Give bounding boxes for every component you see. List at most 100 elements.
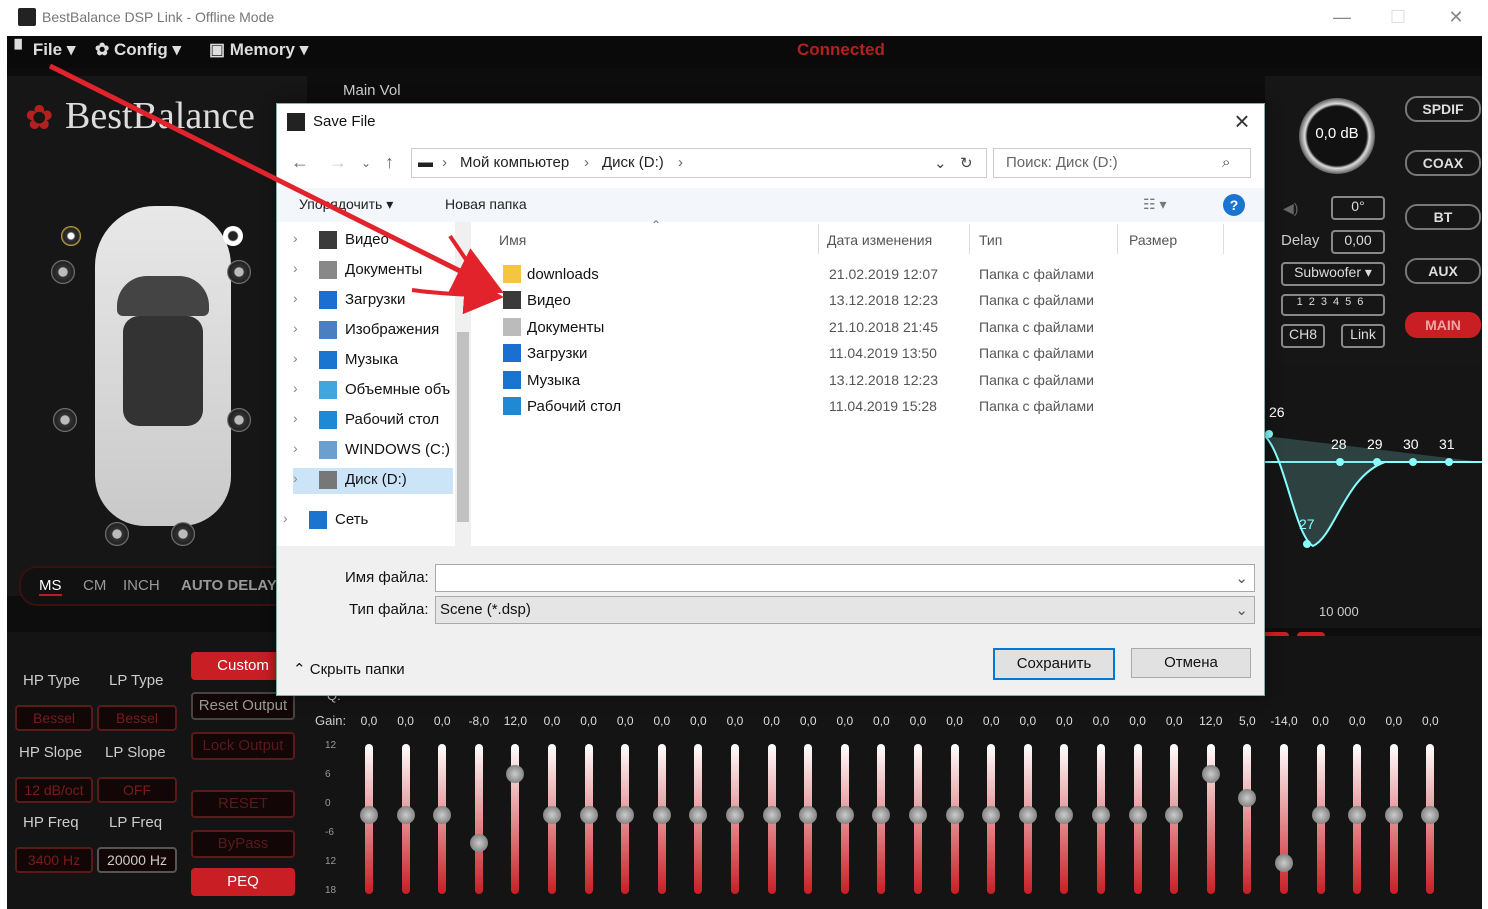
- band-fader-knob[interactable]: [1275, 854, 1293, 873]
- lp-type-select[interactable]: Bessel: [97, 705, 177, 731]
- filename-input[interactable]: ⌄: [435, 564, 1255, 592]
- chevron-down-icon[interactable]: ⌄: [1235, 569, 1248, 587]
- band-fader-knob[interactable]: [506, 764, 525, 783]
- channel-buttons[interactable]: 123456: [1281, 294, 1385, 316]
- minimize-button[interactable]: —: [1330, 6, 1354, 28]
- band-fader-knob[interactable]: [579, 806, 598, 824]
- address-bar[interactable]: ▬ › Мой компьютер › Диск (D:) › ⌄ ↻: [411, 148, 987, 178]
- menu-file[interactable]: ▘ File ▾: [15, 40, 75, 60]
- new-folder-button[interactable]: Новая папка: [445, 196, 527, 212]
- nav-item[interactable]: › Документы: [293, 258, 453, 284]
- maximize-button[interactable]: ☐: [1386, 6, 1410, 28]
- file-row[interactable]: Документы 21.10.2018 21:45 Папка с файлами: [497, 315, 1257, 341]
- nav-item[interactable]: › Видео: [293, 228, 453, 254]
- phase-input[interactable]: 0°: [1331, 196, 1385, 220]
- band-fader-knob[interactable]: [1348, 806, 1367, 824]
- nav-item[interactable]: › WINDOWS (C:): [293, 438, 453, 464]
- speaker-fr-tweeter[interactable]: [223, 226, 243, 246]
- band-fader-knob[interactable]: [1128, 806, 1147, 824]
- nav-item[interactable]: › Музыка: [293, 348, 453, 374]
- organize-button[interactable]: Упорядочить ▾: [299, 196, 393, 213]
- band-fader-knob[interactable]: [1421, 806, 1440, 824]
- band-fader-knob[interactable]: [1384, 806, 1403, 824]
- close-button[interactable]: ✕: [1444, 6, 1468, 28]
- volume-knob[interactable]: 0,0 dB: [1299, 98, 1375, 174]
- source-main[interactable]: MAIN: [1405, 312, 1481, 338]
- column-name[interactable]: Имя: [499, 232, 526, 248]
- band-fader-knob[interactable]: [652, 806, 671, 824]
- band-fader-knob[interactable]: [1238, 788, 1257, 807]
- band-fader-knob[interactable]: [726, 806, 744, 824]
- column-size[interactable]: Размер: [1129, 232, 1177, 248]
- unit-inch[interactable]: INCH: [123, 577, 160, 594]
- nav-item[interactable]: › Сеть: [283, 508, 443, 534]
- hide-folders-button[interactable]: ⌃ Скрыть папки: [293, 660, 405, 678]
- band-fader-knob[interactable]: [909, 806, 927, 824]
- band-fader[interactable]: [474, 744, 483, 894]
- file-row[interactable]: Видео 13.12.2018 12:23 Папка с файлами: [497, 288, 1257, 314]
- band-fader-knob[interactable]: [1165, 806, 1184, 824]
- hp-type-select[interactable]: Bessel: [15, 705, 93, 731]
- menu-memory[interactable]: ▣ Memory ▾: [209, 40, 308, 60]
- file-row[interactable]: Музыка 13.12.2018 12:23 Папка с файлами: [497, 368, 1257, 394]
- help-icon[interactable]: ?: [1223, 194, 1245, 216]
- band-fader-knob[interactable]: [835, 806, 854, 824]
- peq-button[interactable]: PEQ: [191, 868, 295, 896]
- speaker-fr-mid[interactable]: [227, 260, 251, 284]
- view-options-icon[interactable]: ☷ ▾: [1143, 196, 1166, 213]
- band-fader-knob[interactable]: [543, 806, 561, 824]
- lock-output-button[interactable]: Lock Output: [191, 732, 295, 760]
- source-aux[interactable]: AUX: [1405, 258, 1481, 284]
- band-fader-knob[interactable]: [1018, 806, 1037, 824]
- speaker-rl[interactable]: [53, 408, 77, 432]
- filetype-select[interactable]: Scene (*.dsp) ⌄: [435, 596, 1255, 624]
- up-arrow-icon[interactable]: ↑: [385, 152, 394, 173]
- search-input[interactable]: Поиск: Диск (D:): [1006, 154, 1118, 171]
- bypass-button[interactable]: ByPass: [191, 830, 295, 858]
- save-button[interactable]: Сохранить: [993, 648, 1115, 680]
- address-dropdown-icon[interactable]: ⌄: [934, 154, 947, 172]
- speaker-sub-right[interactable]: [171, 522, 195, 546]
- cancel-button[interactable]: Отмена: [1131, 648, 1251, 678]
- band-fader-knob[interactable]: [1201, 764, 1220, 783]
- back-arrow-icon[interactable]: ←: [291, 152, 309, 173]
- band-fader-knob[interactable]: [616, 806, 635, 824]
- band-fader-knob[interactable]: [689, 806, 708, 824]
- reset-button[interactable]: RESET: [191, 790, 295, 818]
- dialog-close-button[interactable]: ×: [1227, 106, 1257, 136]
- hp-freq-input[interactable]: 3400 Hz: [15, 847, 93, 873]
- nav-item[interactable]: › Объемные объ: [293, 378, 453, 404]
- unit-ms[interactable]: MS: [39, 577, 62, 596]
- band-fader-knob[interactable]: [433, 806, 452, 824]
- nav-item[interactable]: › Загрузки: [293, 288, 453, 314]
- delay-input[interactable]: 0,00: [1331, 230, 1385, 254]
- file-row[interactable]: Рабочий стол 11.04.2019 15:28 Папка с файл…: [497, 394, 1257, 420]
- source-coax[interactable]: COAX: [1405, 150, 1481, 176]
- band-fader-knob[interactable]: [872, 806, 891, 824]
- ch8-button[interactable]: CH8: [1281, 324, 1325, 348]
- band-fader-knob[interactable]: [360, 806, 378, 824]
- file-row[interactable]: Загрузки 11.04.2019 13:50 Папка с файлами: [497, 341, 1257, 367]
- speaker-rr[interactable]: [227, 408, 251, 432]
- band-fader-knob[interactable]: [982, 806, 1001, 824]
- menu-config[interactable]: ✿ Config ▾: [95, 40, 181, 60]
- forward-arrow-icon[interactable]: →: [329, 152, 347, 173]
- reset-output-button[interactable]: Reset Output: [191, 692, 295, 720]
- speaker-fl-mid[interactable]: [51, 260, 75, 284]
- band-fader-knob[interactable]: [1311, 806, 1330, 824]
- band-fader-knob[interactable]: [396, 806, 415, 824]
- file-row[interactable]: downloads 21.02.2019 12:07 Папка с файлами: [497, 262, 1257, 288]
- unit-cm[interactable]: CM: [83, 577, 106, 594]
- column-type[interactable]: Тип: [979, 232, 1002, 248]
- nav-item[interactable]: › Диск (D:): [293, 468, 453, 494]
- speaker-sub-left[interactable]: [105, 522, 129, 546]
- auto-delay-button[interactable]: AUTO DELAY: [181, 577, 277, 594]
- lp-freq-input[interactable]: 20000 Hz: [97, 847, 177, 873]
- band-fader-knob[interactable]: [762, 806, 781, 824]
- nav-item[interactable]: › Изображения: [293, 318, 453, 344]
- band-fader-knob[interactable]: [1055, 806, 1074, 824]
- hp-slope-select[interactable]: 12 dB/oct: [15, 777, 93, 803]
- recent-chevron-icon[interactable]: ⌄: [361, 156, 371, 170]
- breadcrumb-drive-d[interactable]: Диск (D:): [602, 154, 664, 171]
- nav-item[interactable]: › Рабочий стол: [293, 408, 453, 434]
